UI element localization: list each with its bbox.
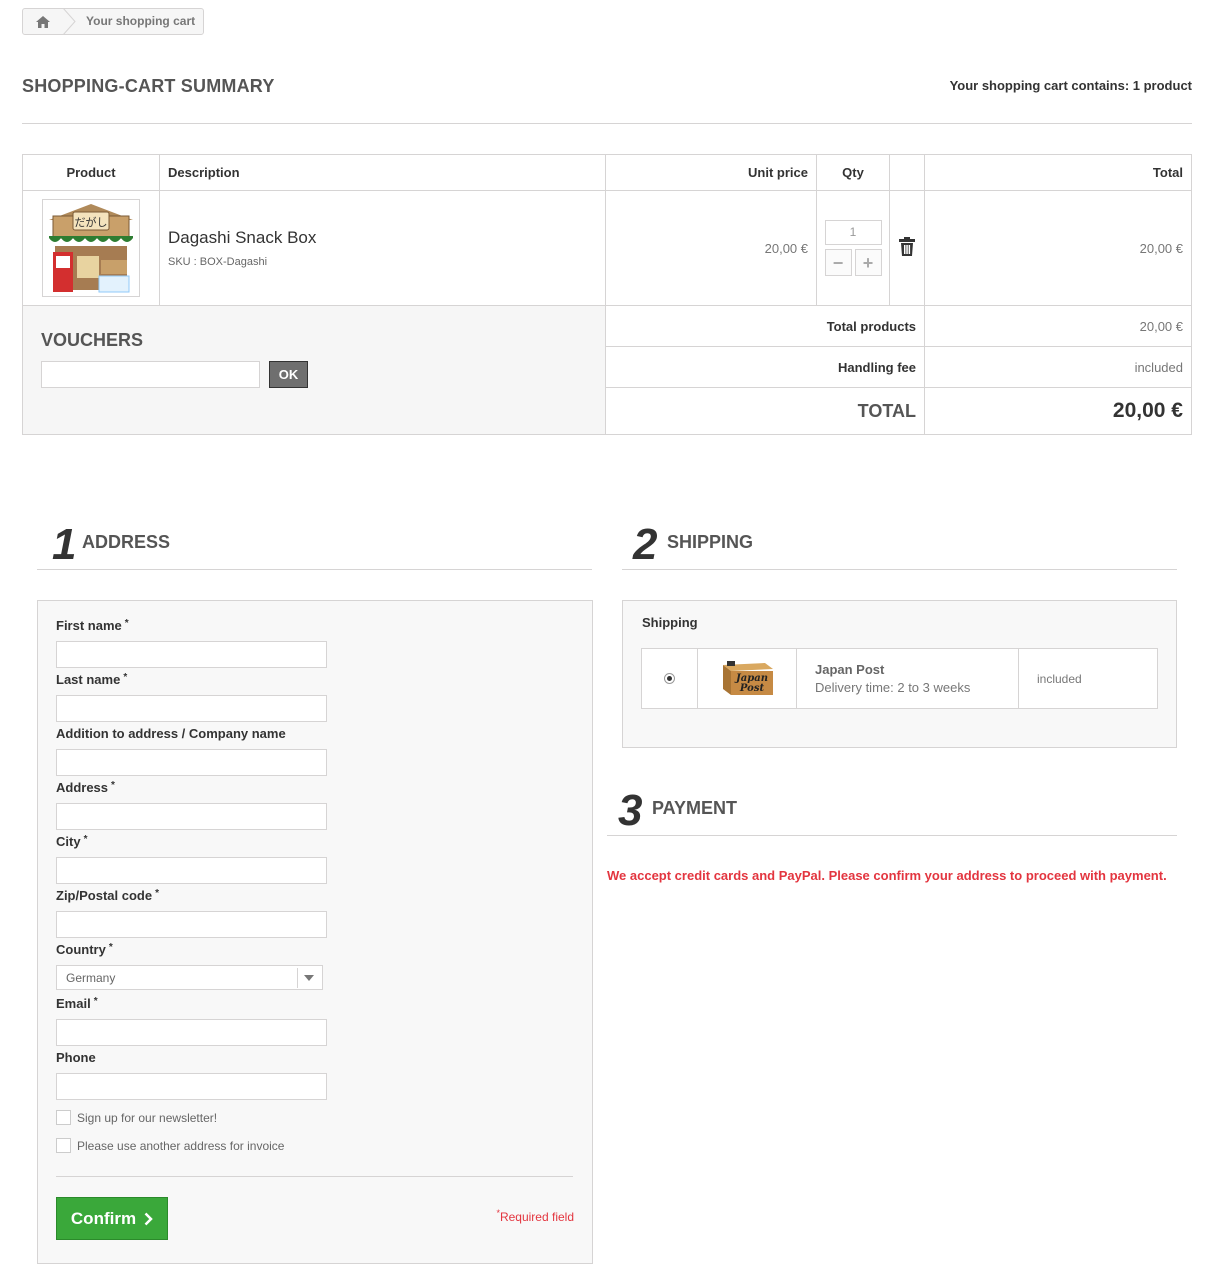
home-link[interactable] <box>23 9 63 34</box>
divider <box>622 569 1177 570</box>
required-note: *Required field <box>496 1208 574 1224</box>
newsletter-checkbox[interactable] <box>56 1110 71 1125</box>
last-name-label: Last name * <box>56 672 128 687</box>
total-products-label: Total products <box>605 305 925 347</box>
voucher-input[interactable] <box>41 361 260 388</box>
summary-row: VOUCHERS OK Total products 20,00 € <box>22 305 1192 435</box>
confirm-label: Confirm <box>70 1208 137 1228</box>
cart-count: Your shopping cart contains: 1 product <box>949 78 1192 93</box>
city-input[interactable] <box>56 857 327 884</box>
voucher-ok-button[interactable]: OK <box>269 361 308 388</box>
qty-increase-button[interactable]: + <box>854 249 882 276</box>
total-value: 20,00 € <box>924 387 1192 435</box>
carrier-name: Japan Post <box>815 662 885 677</box>
qty-input[interactable]: 1 <box>824 220 882 245</box>
divider <box>22 123 1192 124</box>
phone-label: Phone <box>56 1050 96 1065</box>
carrier-table: Japan Post Japan Post Delivery time: 2 t… <box>641 648 1158 709</box>
divider <box>37 569 592 570</box>
payment-message: We accept credit cards and PayPal. Pleas… <box>607 868 1167 883</box>
first-name-label: First name * <box>56 618 129 633</box>
radio-dot <box>667 676 672 681</box>
chevron-right-icon <box>144 1212 153 1225</box>
total-products-value: 20,00 € <box>924 305 1192 347</box>
breadcrumb: Your shopping cart <box>22 8 204 35</box>
divider <box>56 1176 573 1177</box>
total-label: TOTAL <box>605 387 925 435</box>
invoice-label: Please use another address for invoice <box>77 1138 285 1153</box>
first-name-input[interactable] <box>56 641 327 668</box>
company-input[interactable] <box>56 749 327 776</box>
product-image-cell: だがし <box>22 190 160 306</box>
step-number-address: 1 <box>52 520 77 569</box>
handling-fee-value: included <box>924 346 1192 388</box>
col-unit-price: Unit price <box>605 154 817 191</box>
confirm-button[interactable]: Confirm <box>56 1197 168 1240</box>
qty-decrease-button[interactable]: − <box>824 249 852 276</box>
qty-cell: 1 − + <box>816 190 890 306</box>
line-total: 20,00 € <box>924 190 1192 306</box>
invoice-option[interactable]: Please use another address for invoice <box>56 1138 284 1153</box>
address-form: First name * Last name * Addition to addre… <box>37 600 593 1264</box>
country-select[interactable]: Germany <box>56 965 323 990</box>
step-number-payment: 3 <box>618 786 643 835</box>
plus-icon: + <box>862 252 874 273</box>
zip-label: Zip/Postal code * <box>56 888 159 903</box>
email-label: Email * <box>56 996 98 1011</box>
carrier-radio[interactable] <box>664 673 675 684</box>
carrier-delay: Delivery time: 2 to 3 weeks <box>815 680 971 695</box>
zip-input[interactable] <box>56 911 327 938</box>
product-name[interactable]: Dagashi Snack Box <box>168 228 604 248</box>
carrier-radio-cell <box>641 648 698 709</box>
page-title: SHOPPING-CART SUMMARY <box>22 76 275 96</box>
chevron-down-icon <box>297 968 320 988</box>
unit-price: 20,00 € <box>605 190 817 306</box>
last-name-input[interactable] <box>56 695 327 722</box>
breadcrumb-current: Your shopping cart <box>86 14 196 28</box>
carrier-row[interactable]: Japan Post Japan Post Delivery time: 2 t… <box>641 648 1158 709</box>
step-title-shipping: SHIPPING <box>667 532 754 552</box>
step-number-shipping: 2 <box>633 520 658 569</box>
col-description: Description <box>159 154 606 191</box>
phone-input[interactable] <box>56 1073 327 1100</box>
home-icon <box>36 15 50 28</box>
country-value: Germany <box>66 971 116 985</box>
carrier-price: included <box>1018 648 1158 709</box>
divider <box>607 835 1177 836</box>
shipping-title: Shipping <box>642 615 698 630</box>
col-product: Product <box>22 154 160 191</box>
trash-icon[interactable] <box>899 237 915 256</box>
invoice-checkbox[interactable] <box>56 1138 71 1153</box>
company-label: Addition to address / Company name <box>56 726 286 741</box>
col-total: Total <box>924 154 1192 191</box>
country-label: Country * <box>56 942 113 957</box>
table-row: だがし Dagashi Snack Box SKU : BOX-Dagashi … <box>22 190 1192 306</box>
carrier-info-cell: Japan Post Delivery time: 2 to 3 weeks <box>796 648 1019 709</box>
svg-text:だがし: だがし <box>75 215 108 229</box>
carrier-logo-cell: Japan Post <box>697 648 797 709</box>
product-image[interactable]: だがし <box>42 199 140 297</box>
newsletter-label: Sign up for our newsletter! <box>77 1110 218 1125</box>
email-input[interactable] <box>56 1019 327 1046</box>
step-title-address: ADDRESS <box>82 532 171 552</box>
col-delete <box>889 154 925 191</box>
shipping-section: Shipping Japan Post Japan Post Delivery … <box>622 600 1177 748</box>
delete-cell <box>889 190 925 306</box>
svg-text:Post: Post <box>739 683 765 694</box>
city-label: City * <box>56 834 88 849</box>
cart-table: Product Description Unit price Qty Total… <box>22 154 1192 435</box>
product-sku: SKU : BOX-Dagashi <box>168 256 268 268</box>
vouchers-title: VOUCHERS <box>41 330 144 350</box>
col-qty: Qty <box>816 154 890 191</box>
newsletter-option[interactable]: Sign up for our newsletter! <box>56 1110 217 1125</box>
vouchers-section: VOUCHERS OK <box>22 305 606 435</box>
breadcrumb-separator <box>61 8 87 35</box>
address-label: Address * <box>56 780 115 795</box>
step-title-payment: PAYMENT <box>652 798 738 818</box>
minus-icon: − <box>832 252 844 273</box>
carrier-logo: Japan Post <box>723 661 773 695</box>
handling-fee-label: Handling fee <box>605 346 925 388</box>
address-input[interactable] <box>56 803 327 830</box>
product-description-cell: Dagashi Snack Box SKU : BOX-Dagashi <box>159 190 606 306</box>
